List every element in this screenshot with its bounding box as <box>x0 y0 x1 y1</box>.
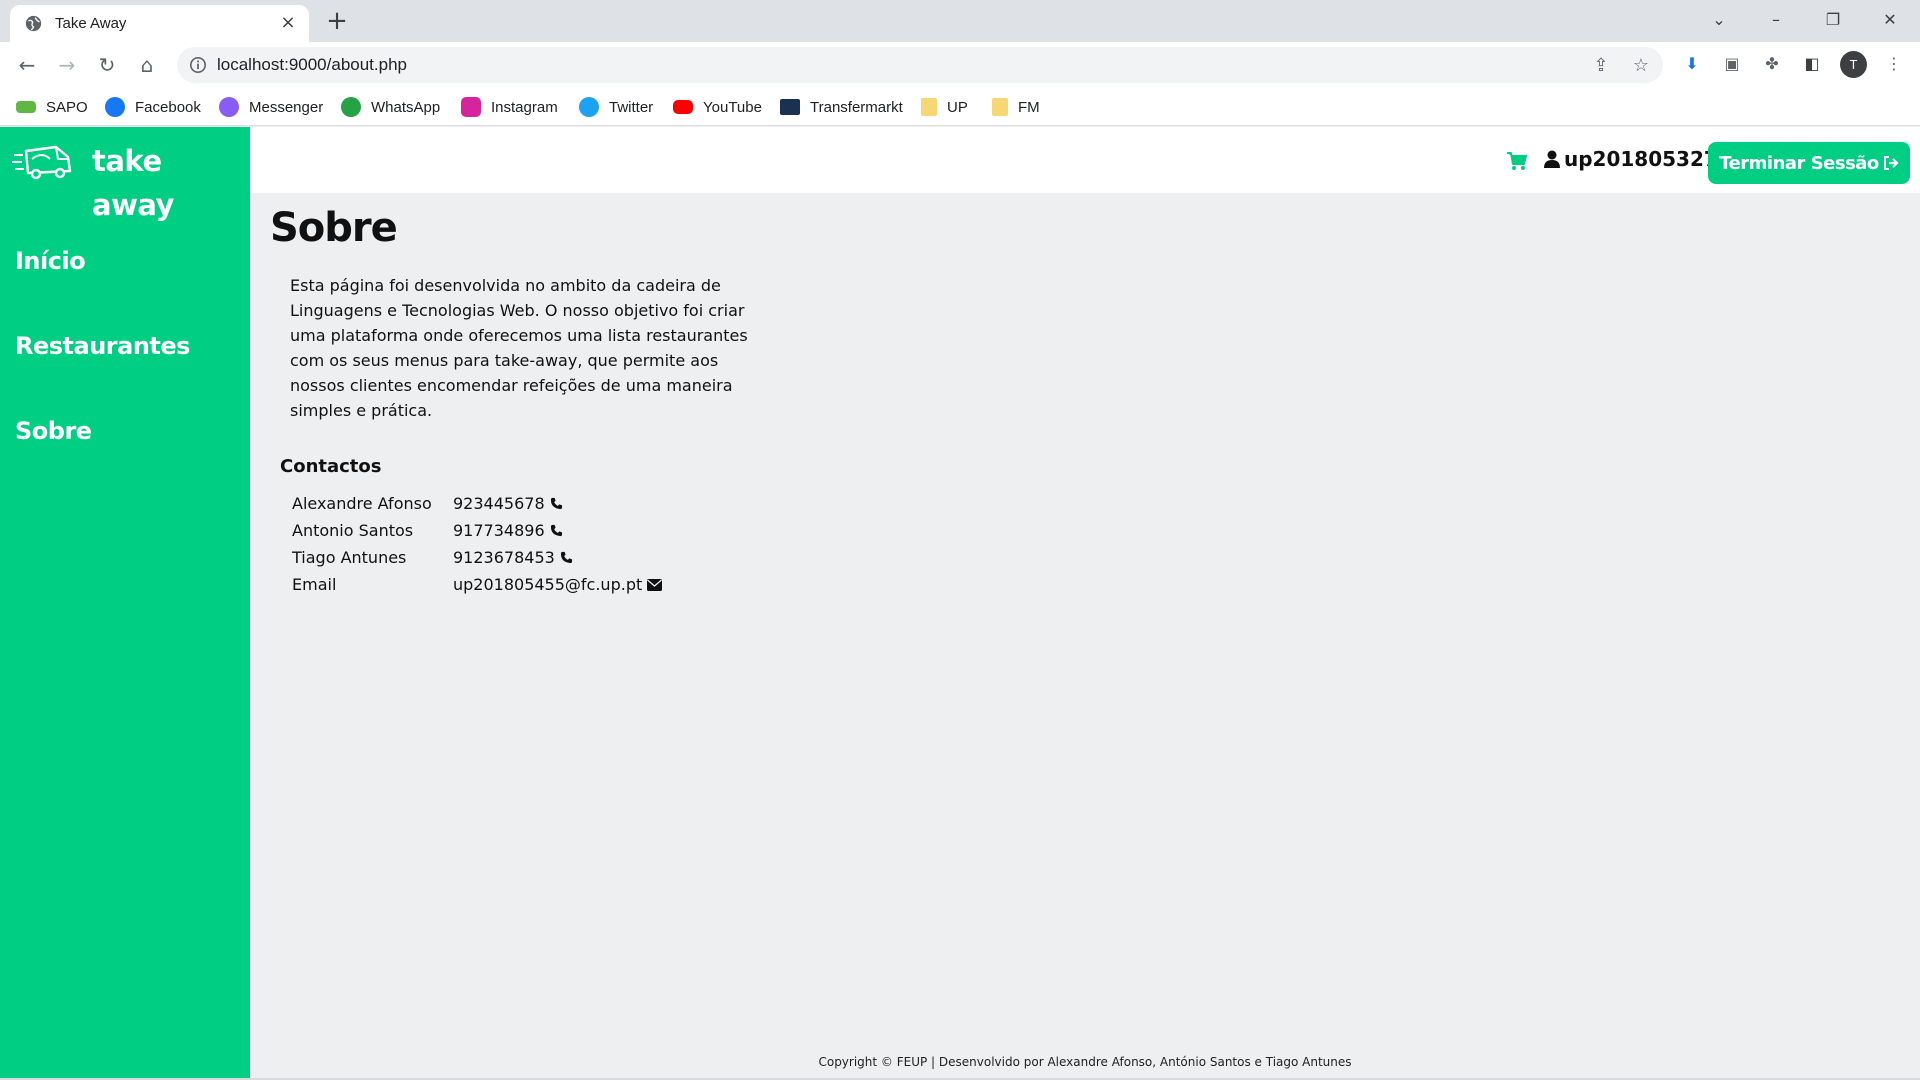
tab-title: Take Away <box>55 15 127 32</box>
brand-logo[interactable]: take away <box>12 139 244 222</box>
bookmark-folder-fm[interactable]: FM <box>992 96 1040 118</box>
browser-tab-bar: Take Away × + ⌄ – ❐ ✕ <box>0 0 1920 42</box>
contact-phone[interactable]: 9123678453 <box>453 548 555 567</box>
bookmark-label: FM <box>1018 98 1040 116</box>
folder-icon <box>992 98 1008 116</box>
address-bar[interactable]: localhost:9000/about.php ⇪ ☆ <box>177 47 1663 83</box>
bookmark-folder-up[interactable]: UP <box>921 96 968 118</box>
whatsapp-icon <box>341 97 361 117</box>
messenger-icon <box>219 97 239 117</box>
youtube-icon <box>673 100 693 114</box>
sign-out-icon <box>1883 156 1899 170</box>
phone-icon <box>550 524 562 537</box>
bookmark-label: Facebook <box>135 98 201 116</box>
bookmark-label: UP <box>947 98 968 116</box>
reload-button[interactable]: ↻ <box>93 51 121 79</box>
bookmark-instagram[interactable]: Instagram <box>461 96 558 118</box>
contact-name: Alexandre Afonso <box>292 494 432 513</box>
back-button[interactable]: ← <box>13 51 41 79</box>
delivery-truck-icon <box>12 145 72 180</box>
facebook-icon <box>105 97 125 117</box>
about-description: Esta página foi desenvolvida no ambito d… <box>290 276 748 420</box>
browser-toolbar: ← → ↻ ⌂ localhost:9000/about.php ⇪ ☆ ⬇ ▣… <box>0 42 1920 88</box>
envelope-icon <box>647 578 663 591</box>
bookmark-youtube[interactable]: YouTube <box>673 96 762 118</box>
download-extension-icon[interactable]: ⬇ <box>1680 52 1704 76</box>
transfermarkt-icon <box>780 99 800 115</box>
forward-button[interactable]: → <box>53 51 81 79</box>
bookmark-label: YouTube <box>703 98 762 116</box>
sidebar-item-inicio[interactable]: Início <box>15 247 86 275</box>
main-content: Sobre Esta página foi desenvolvida no am… <box>250 193 1920 1080</box>
globe-icon <box>25 15 42 32</box>
username: up201805327 <box>1564 147 1718 171</box>
close-tab-icon[interactable]: × <box>279 14 297 32</box>
bookmark-facebook[interactable]: Facebook <box>105 96 201 118</box>
close-window-button[interactable]: ✕ <box>1867 5 1913 35</box>
bookmark-twitter[interactable]: Twitter <box>579 96 653 118</box>
contact-email[interactable]: up201805455@fc.up.pt <box>453 575 642 594</box>
shopping-cart-icon[interactable] <box>1506 151 1528 171</box>
contact-row: Tiago Antunes 9123678453 <box>292 544 662 571</box>
minimize-button[interactable]: – <box>1753 5 1799 35</box>
logout-label: Terminar Sessão <box>1719 152 1879 174</box>
menu-kebab-icon[interactable]: ⋮ <box>1882 52 1906 76</box>
contacts-heading: Contactos <box>280 456 382 477</box>
bookmark-messenger[interactable]: Messenger <box>219 96 323 118</box>
folder-icon <box>921 98 937 116</box>
bookmark-label: Instagram <box>491 98 558 116</box>
bookmarks-bar: SAPO Facebook Messenger WhatsApp Instagr… <box>0 88 1920 126</box>
site-info-icon[interactable] <box>189 56 207 74</box>
instagram-icon <box>461 97 481 117</box>
side-panel-icon[interactable]: ◧ <box>1800 52 1824 76</box>
tab-search-icon[interactable]: ⌄ <box>1696 5 1742 35</box>
bookmark-sapo[interactable]: SAPO <box>16 96 88 118</box>
sidebar-item-sobre[interactable]: Sobre <box>15 417 92 445</box>
contact-phone[interactable]: 917734896 <box>453 521 545 540</box>
restore-button[interactable]: ❐ <box>1810 5 1856 35</box>
contact-row: Email up201805455@fc.up.pt <box>292 571 663 598</box>
logout-button[interactable]: Terminar Sessão <box>1708 142 1910 184</box>
user-icon <box>1544 150 1560 168</box>
contact-name: Email <box>292 575 337 594</box>
bookmark-label: SAPO <box>46 98 88 116</box>
share-icon[interactable]: ⇪ <box>1590 55 1612 77</box>
bookmark-star-icon[interactable]: ☆ <box>1630 55 1652 77</box>
facebook-extension-icon[interactable]: ▣ <box>1720 52 1744 76</box>
home-button[interactable]: ⌂ <box>133 51 161 79</box>
contact-row: Antonio Santos 917734896 <box>292 517 662 544</box>
top-header: up201805327 Terminar Sessão <box>250 127 1920 193</box>
browser-tab[interactable]: Take Away × <box>10 5 309 42</box>
contact-name: Tiago Antunes <box>292 548 407 567</box>
phone-icon <box>550 497 562 510</box>
brand-name: take away <box>92 144 174 222</box>
sidebar-item-restaurantes[interactable]: Restaurantes <box>15 332 190 360</box>
new-tab-button[interactable]: + <box>323 8 351 36</box>
bookmark-whatsapp[interactable]: WhatsApp <box>341 96 440 118</box>
web-page: take away Início Restaurantes Sobre up20… <box>0 127 1920 1080</box>
bookmark-label: Transfermarkt <box>810 98 903 116</box>
profile-avatar[interactable]: T <box>1840 51 1867 78</box>
page-title: Sobre <box>270 205 398 251</box>
contact-name: Antonio Santos <box>292 521 414 540</box>
sapo-icon <box>16 101 36 113</box>
user-profile-link[interactable]: up201805327 <box>1544 147 1718 171</box>
contact-row: Alexandre Afonso 923445678 <box>292 490 662 517</box>
bookmark-label: Messenger <box>249 98 324 116</box>
twitter-icon <box>579 97 599 117</box>
bookmark-label: Twitter <box>609 98 654 116</box>
extensions-puzzle-icon[interactable]: ✤ <box>1760 52 1784 76</box>
contacts-list: Alexandre Afonso 923445678 Antonio Santo… <box>292 490 663 598</box>
bookmark-label: WhatsApp <box>371 98 441 116</box>
page-footer: Copyright © FEUP | Desenvolvido por Alex… <box>818 1055 1352 1069</box>
bookmark-transfermarkt[interactable]: Transfermarkt <box>780 96 903 118</box>
sidebar: take away Início Restaurantes Sobre <box>0 127 250 1080</box>
phone-icon <box>560 551 572 564</box>
contact-phone[interactable]: 923445678 <box>453 494 545 513</box>
url-text[interactable]: localhost:9000/about.php <box>217 55 407 75</box>
